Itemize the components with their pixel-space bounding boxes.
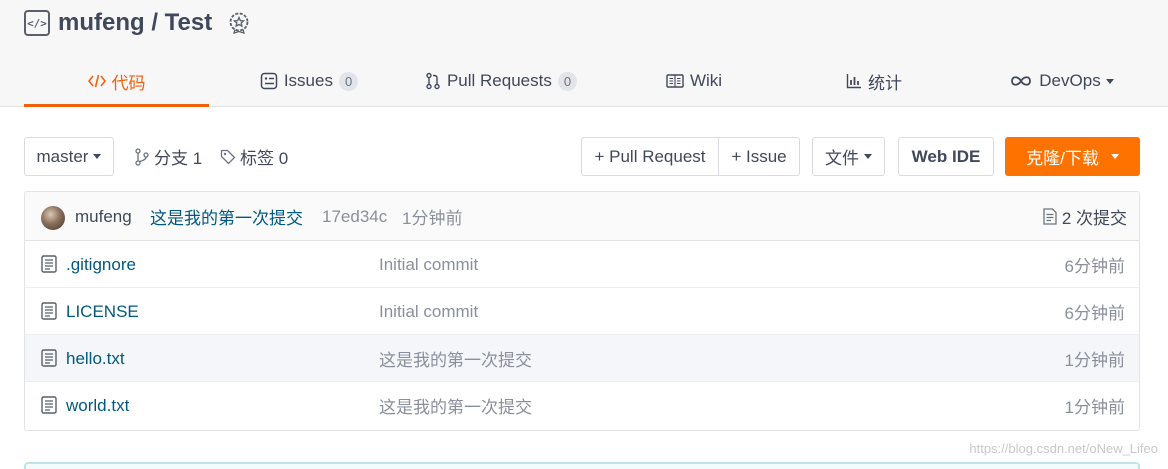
clone-download-label: 克隆/下载 <box>1026 149 1099 168</box>
file-time: 1分钟前 <box>1064 351 1125 370</box>
tab-code-label: 代码 <box>111 73 146 93</box>
tab-wiki[interactable]: Wiki <box>644 56 744 106</box>
repo-toolbar: master 分支 1 标签 0 + Pull Request + Issue … <box>24 137 1140 176</box>
code-icon <box>87 73 106 89</box>
branch-select-label: master <box>36 146 89 166</box>
file-icon <box>41 396 57 419</box>
repo-name[interactable]: mufeng / Test <box>58 9 212 37</box>
tab-pull-requests[interactable]: Pull Requests 0 <box>406 56 596 106</box>
commits-icon <box>1043 208 1057 225</box>
chevron-down-icon <box>1110 154 1119 159</box>
web-ide-label: Web IDE <box>911 146 981 166</box>
file-commit-message[interactable]: Initial commit <box>379 241 478 288</box>
issues-count-badge: 0 <box>338 71 359 91</box>
tab-wiki-label: Wiki <box>689 71 723 90</box>
chevron-down-icon <box>93 154 102 159</box>
branches-link[interactable]: 分支 1 <box>134 137 202 176</box>
wiki-icon <box>666 73 684 89</box>
branch-icon <box>134 147 150 166</box>
pull-requests-count-badge: 0 <box>557 71 578 91</box>
tab-stats[interactable]: 统计 <box>824 56 924 106</box>
commit-message[interactable]: 这是我的第一次提交 <box>150 192 303 241</box>
commit-author[interactable]: mufeng <box>75 192 132 241</box>
file-icon <box>41 302 57 325</box>
clone-download-button[interactable]: 克隆/下载 <box>1005 137 1140 176</box>
file-commit-message[interactable]: 这是我的第一次提交 <box>379 382 532 429</box>
file-name-link[interactable]: LICENSE <box>66 288 139 335</box>
readme-panel <box>24 462 1140 469</box>
tab-pull-requests-label: Pull Requests <box>446 71 552 90</box>
file-list: mufeng 这是我的第一次提交 17ed34c 1分钟前 2 次提交 .git… <box>24 191 1140 431</box>
new-pull-request-label: + Pull Request <box>594 146 706 166</box>
tab-devops-label: DevOps <box>1039 71 1101 90</box>
table-row[interactable]: LICENSE Initial commit 6分钟前 <box>25 288 1139 335</box>
file-icon <box>41 255 57 278</box>
table-row[interactable]: .gitignore Initial commit 6分钟前 <box>25 241 1139 288</box>
web-ide-button[interactable]: Web IDE <box>898 137 994 176</box>
devops-icon <box>1009 74 1033 88</box>
new-issue-label: + Issue <box>731 146 787 166</box>
file-menu-button[interactable]: 文件 <box>812 137 885 176</box>
branches-count: 分支 1 <box>154 149 203 168</box>
file-icon <box>41 349 57 372</box>
table-row[interactable]: hello.txt 这是我的第一次提交 1分钟前 <box>25 335 1139 382</box>
chevron-down-icon <box>1105 78 1114 84</box>
file-name-link[interactable]: world.txt <box>66 382 129 429</box>
file-time: 6分钟前 <box>1064 257 1125 276</box>
commit-hash[interactable]: 17ed34c <box>322 192 387 241</box>
tab-code[interactable]: 代码 <box>24 56 209 107</box>
tab-issues[interactable]: Issues 0 <box>239 56 379 106</box>
repo-title-bar: </> mufeng / Test <box>24 6 252 40</box>
branch-select[interactable]: master <box>24 137 114 176</box>
code-repo-icon: </> <box>24 10 50 36</box>
repo-tabs: 代码 Issues 0 Pull Requests 0 Wiki 统计 DevO… <box>24 56 1168 107</box>
table-row[interactable]: world.txt 这是我的第一次提交 1分钟前 <box>25 382 1139 429</box>
latest-commit-bar: mufeng 这是我的第一次提交 17ed34c 1分钟前 2 次提交 <box>25 192 1139 241</box>
watermark: https://blog.csdn.net/oNew_Lifeo <box>969 441 1158 456</box>
file-time: 6分钟前 <box>1064 304 1125 323</box>
commit-count-link[interactable]: 2 次提交 <box>1043 192 1127 241</box>
chevron-down-icon <box>864 154 872 159</box>
file-menu-label: 文件 <box>825 149 859 168</box>
tab-stats-label: 统计 <box>868 73 902 93</box>
avatar[interactable] <box>41 206 65 230</box>
file-name-link[interactable]: .gitignore <box>66 241 136 288</box>
stats-icon <box>846 73 862 89</box>
tags-link[interactable]: 标签 0 <box>220 137 288 176</box>
repo-header: </> mufeng / Test 代码 Issues 0 Pull Reque… <box>0 0 1168 107</box>
tab-devops[interactable]: DevOps <box>999 56 1124 106</box>
commit-count-label: 2 次提交 <box>1061 209 1127 228</box>
new-issue-button[interactable]: + Issue <box>718 137 800 176</box>
file-time: 1分钟前 <box>1064 398 1125 417</box>
file-commit-message[interactable]: 这是我的第一次提交 <box>379 335 532 382</box>
tag-icon <box>220 149 236 165</box>
tab-issues-label: Issues <box>283 71 333 90</box>
issues-icon <box>260 72 278 90</box>
file-name-link[interactable]: hello.txt <box>66 335 125 382</box>
badge-icon[interactable] <box>226 10 252 36</box>
commit-time: 1分钟前 <box>402 209 463 228</box>
pull-request-icon <box>425 72 441 90</box>
new-pull-request-button[interactable]: + Pull Request <box>581 137 719 176</box>
tags-count: 标签 0 <box>240 149 289 168</box>
file-commit-message[interactable]: Initial commit <box>379 288 478 335</box>
